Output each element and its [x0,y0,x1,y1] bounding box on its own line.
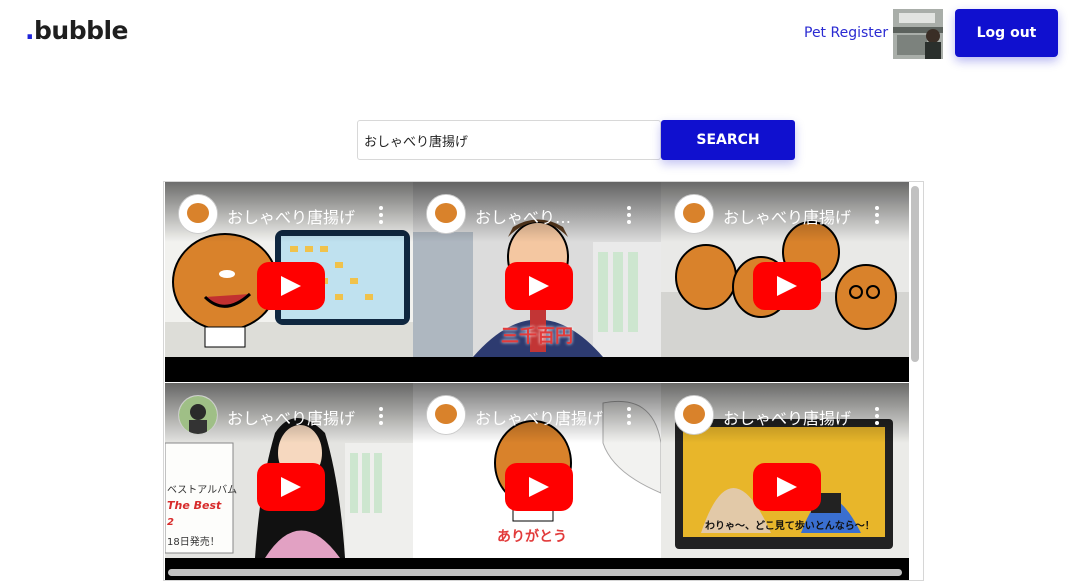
play-icon [281,477,301,497]
more-options-icon[interactable] [379,407,383,428]
video-title[interactable]: おしゃべり唐揚げ [723,405,853,429]
video-card[interactable]: 三千百円 おしゃべり唐揚げ [413,182,661,382]
play-button[interactable] [505,463,573,511]
channel-avatar[interactable] [426,395,466,435]
more-options-icon[interactable] [875,407,879,428]
play-icon [777,477,797,497]
play-icon [529,276,549,296]
more-options-icon[interactable] [875,206,879,227]
video-row: おしゃべり唐揚げ 三千百円 おしゃべり唐 おしゃべり唐揚げ [165,182,909,382]
more-options-icon[interactable] [379,206,383,227]
video-card[interactable]: わりゃ〜、どこ見て歩いとんなら〜！ おしゃべり唐揚げ [661,383,909,580]
video-title[interactable]: おしゃべり唐揚げ [227,204,357,228]
horizontal-scrollbar[interactable] [168,569,902,576]
play-button[interactable] [505,262,573,310]
board-line: 2 [167,517,174,528]
video-caption: 三千百円 [501,326,573,347]
play-icon [777,276,797,296]
video-caption: わりゃ〜、どこ見て歩いとんなら〜！ [705,521,875,532]
play-icon [281,276,301,296]
video-caption: ありがとう [497,529,567,545]
play-button[interactable] [753,262,821,310]
video-title[interactable]: おしゃべり唐揚げ [475,204,583,228]
video-results-panel[interactable]: おしゃべり唐揚げ 三千百円 おしゃべり唐 おしゃべり唐揚げ ベストアルバム Th… [163,181,924,581]
channel-avatar[interactable] [178,194,218,234]
board-line: 18日発売！ [167,537,220,548]
video-card[interactable]: おしゃべり唐揚げ [661,182,909,382]
search-input[interactable] [357,120,661,160]
channel-avatar[interactable] [178,395,218,435]
channel-avatar[interactable] [674,194,714,234]
video-card[interactable]: おしゃべり唐揚げ [165,182,413,382]
logout-button[interactable]: Log out [955,9,1058,57]
more-options-icon[interactable] [627,407,631,428]
vertical-scrollbar[interactable] [911,186,919,362]
video-title[interactable]: おしゃべり唐揚げ [227,405,357,429]
video-title[interactable]: おしゃべり唐揚げ [475,405,605,429]
board-line: ベストアルバム [167,485,238,496]
play-button[interactable] [753,463,821,511]
profile-photo-icon [893,9,943,59]
play-button[interactable] [257,463,325,511]
search-button[interactable]: SEARCH [661,120,795,160]
play-button[interactable] [257,262,325,310]
more-options-icon[interactable] [627,206,631,227]
video-card[interactable]: ありがとう おしゃべり唐揚げ [413,383,661,580]
channel-avatar[interactable] [426,194,466,234]
play-icon [529,477,549,497]
profile-avatar[interactable] [893,9,943,59]
pet-register-link[interactable]: Pet Register [804,25,888,41]
board-line: The Best [167,499,222,512]
channel-avatar[interactable] [674,395,714,435]
bubble-logo[interactable]: .bubble [25,16,129,45]
video-card[interactable]: ベストアルバム The Best 2 18日発売！ おしゃべり唐揚げ [165,383,413,580]
video-row: ベストアルバム The Best 2 18日発売！ おしゃべり唐揚げ ありがとう… [165,383,909,580]
video-title[interactable]: おしゃべり唐揚げ [723,204,853,228]
